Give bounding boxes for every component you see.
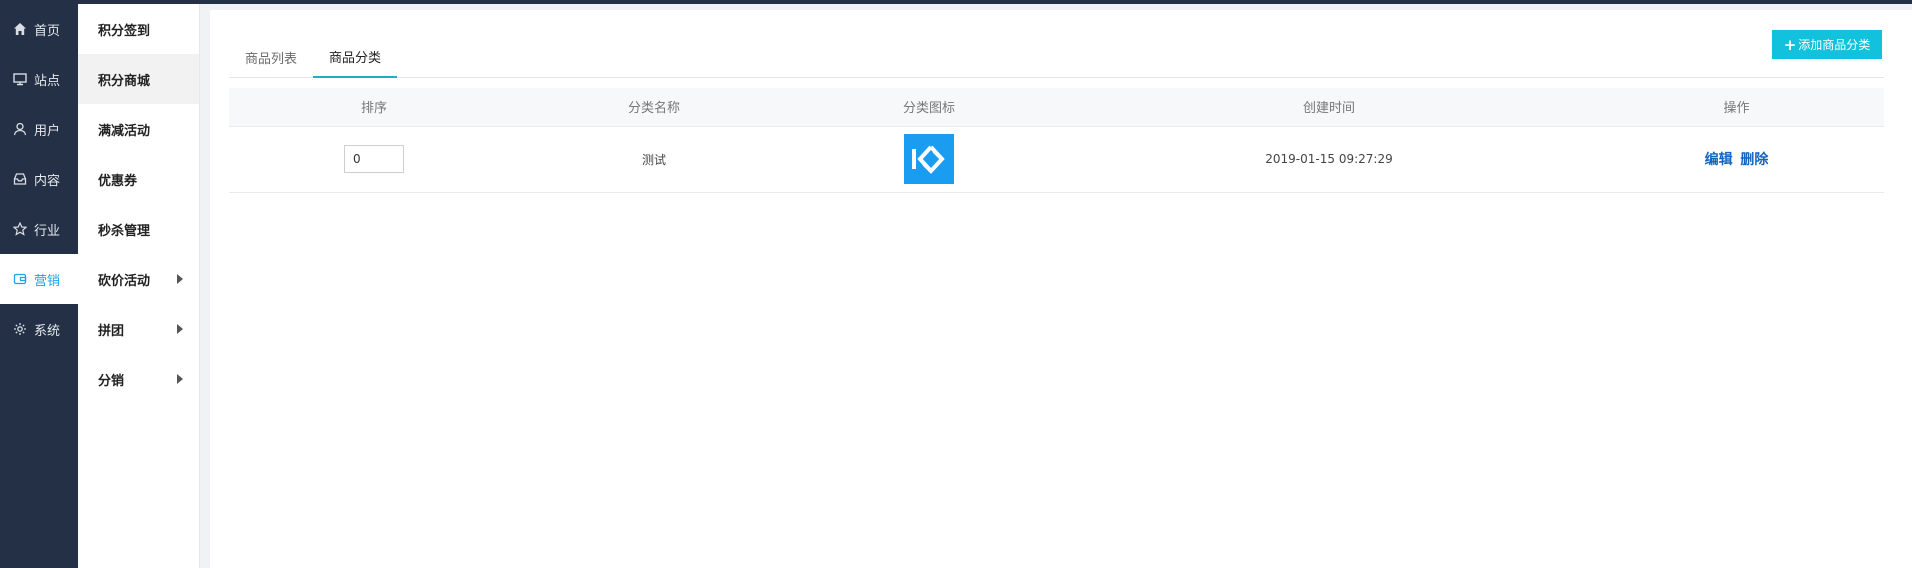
sub-item-label: 优惠券 <box>98 173 138 189</box>
sub-item-label: 满减活动 <box>98 123 151 139</box>
primary-nav: 首页 站点 用户 内容 行业 营销 系统 <box>0 4 78 568</box>
sub-item-label: 积分商城 <box>98 73 151 89</box>
cell-name: 测试 <box>519 126 789 193</box>
home-icon <box>12 21 28 37</box>
cell-sort <box>229 126 519 193</box>
caret-right-icon <box>177 324 183 334</box>
delete-link[interactable]: 删除 <box>1740 152 1768 168</box>
table-row: 测试 2019-01-15 09:27:29 编辑 删除 <box>229 126 1884 193</box>
nav-item-home[interactable]: 首页 <box>0 4 78 54</box>
table-header-row: 排序 分类名称 分类图标 创建时间 操作 <box>229 88 1884 127</box>
sub-item-label: 积分签到 <box>98 23 151 39</box>
gear-icon <box>12 321 28 337</box>
nav-item-user[interactable]: 用户 <box>0 104 78 154</box>
column-header-icon: 分类图标 <box>789 88 1069 127</box>
sub-item-distribution[interactable]: 分销 <box>78 354 199 404</box>
sub-item-flash-sale[interactable]: 秒杀管理 <box>78 204 199 254</box>
sub-item-label: 秒杀管理 <box>98 223 151 239</box>
nav-label: 首页 <box>34 23 61 39</box>
tab-product-list[interactable]: 商品列表 <box>229 37 313 77</box>
nav-label: 用户 <box>34 123 61 139</box>
cell-actions: 编辑 删除 <box>1589 126 1884 193</box>
top-bar <box>0 0 1912 4</box>
nav-item-system[interactable]: 系统 <box>0 304 78 354</box>
sub-item-label: 砍价活动 <box>98 273 151 289</box>
nav-item-industry[interactable]: 行业 <box>0 204 78 254</box>
sub-item-points-mall[interactable]: 积分商城 <box>78 54 199 104</box>
monitor-icon <box>12 71 28 87</box>
nav-label: 系统 <box>34 323 61 339</box>
column-header-created: 创建时间 <box>1069 88 1589 127</box>
tab-product-category[interactable]: 商品分类 <box>313 37 398 78</box>
inbox-icon <box>12 171 28 187</box>
nav-label: 内容 <box>34 173 61 189</box>
edit-link[interactable]: 编辑 <box>1705 152 1733 168</box>
sub-item-points-signin[interactable]: 积分签到 <box>78 4 199 54</box>
main-panel: 商品列表 商品分类 + 添加商品分类 排序 分类名称 分类图标 创建时间 操作 … <box>210 10 1912 568</box>
user-icon <box>12 121 28 137</box>
sort-input[interactable] <box>344 145 404 173</box>
sub-item-discount[interactable]: 满减活动 <box>78 104 199 154</box>
nav-item-content[interactable]: 内容 <box>0 154 78 204</box>
column-header-name: 分类名称 <box>519 88 789 127</box>
caret-right-icon <box>177 274 183 284</box>
category-logo-icon <box>904 134 954 184</box>
wallet-icon <box>12 271 28 287</box>
nav-label: 营销 <box>34 273 61 289</box>
cell-icon <box>789 126 1069 193</box>
category-table: 排序 分类名称 分类图标 创建时间 操作 测试 <box>229 88 1884 193</box>
add-category-label: 添加商品分类 <box>1798 38 1871 52</box>
plus-icon: + <box>1783 35 1797 54</box>
add-category-button[interactable]: + 添加商品分类 <box>1772 30 1882 59</box>
caret-right-icon <box>177 374 183 384</box>
nav-item-marketing[interactable]: 营销 <box>0 254 78 304</box>
sub-item-group-buy[interactable]: 拼团 <box>78 304 199 354</box>
tab-bar: 商品列表 商品分类 <box>229 37 1884 78</box>
sub-item-label: 分销 <box>98 373 125 389</box>
column-header-actions: 操作 <box>1589 88 1884 127</box>
star-icon <box>12 221 28 237</box>
sub-item-label: 拼团 <box>98 323 125 339</box>
secondary-nav: 积分签到 积分商城 满减活动 优惠券 秒杀管理 砍价活动 拼团 分销 <box>78 4 200 568</box>
nav-label: 站点 <box>34 73 61 89</box>
sub-item-coupon[interactable]: 优惠券 <box>78 154 199 204</box>
cell-created: 2019-01-15 09:27:29 <box>1069 126 1589 193</box>
nav-label: 行业 <box>34 223 61 239</box>
sub-item-bargain[interactable]: 砍价活动 <box>78 254 199 304</box>
nav-item-site[interactable]: 站点 <box>0 54 78 104</box>
column-header-sort: 排序 <box>229 88 519 127</box>
